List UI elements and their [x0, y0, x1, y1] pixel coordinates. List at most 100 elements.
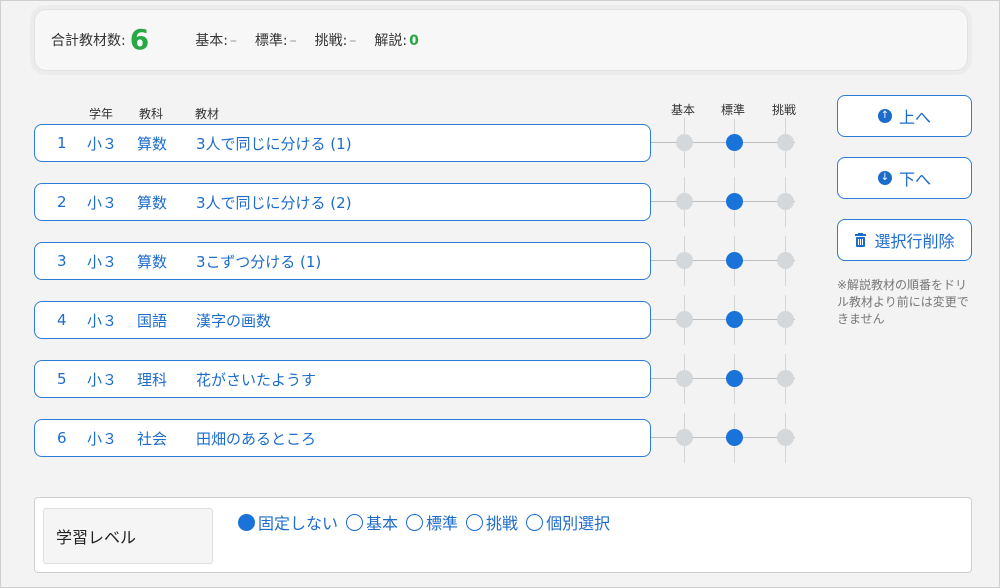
level-track-line — [651, 319, 795, 320]
level-dot-challenge[interactable] — [777, 193, 794, 210]
material-row[interactable]: 3 小３ 算数 3こずつ分ける (1) — [34, 242, 651, 280]
level-header-basic: 基本 — [671, 103, 696, 117]
row-grade: 小３ — [87, 193, 118, 212]
stat-basic: 基本: – — [195, 33, 237, 49]
level-selector — [651, 413, 801, 463]
material-row[interactable]: 4 小３ 国語 漢字の画数 — [34, 301, 651, 339]
level-dot-standard[interactable] — [726, 193, 743, 210]
material-row[interactable]: 2 小３ 算数 3人で同じに分ける (2) — [34, 183, 651, 221]
order-note: ※解説教材の順番をドリル教材より前には変更できません — [837, 278, 969, 326]
trash-icon — [855, 233, 867, 247]
arrow-up-icon: ↑ — [877, 109, 892, 123]
learning-level-panel: 学習レベル 固定しない 基本 標準 挑戦 個別選択 — [34, 497, 972, 573]
material-row[interactable]: 5 小３ 理科 花がさいたようす — [34, 360, 651, 398]
row-number: 5 — [57, 370, 67, 388]
row-grade: 小３ — [87, 370, 118, 389]
row-subject: 社会 — [137, 429, 168, 448]
summary-bar: 合計教材数: 6 基本: – 標準: – 挑戦: – 解説: 0 — [34, 9, 968, 71]
level-track-line — [651, 201, 795, 202]
row-material: 田畑のあるところ — [196, 429, 317, 448]
column-header-grade: 学年 — [89, 107, 114, 121]
level-dot-standard[interactable] — [726, 311, 743, 328]
level-dot-challenge[interactable] — [777, 370, 794, 387]
level-dot-basic[interactable] — [676, 311, 693, 328]
row-grade: 小３ — [87, 252, 118, 271]
row-grade: 小３ — [87, 429, 118, 448]
radio-button[interactable] — [466, 513, 484, 531]
level-selector — [651, 118, 801, 168]
row-subject: 算数 — [137, 252, 168, 271]
level-dot-basic[interactable] — [676, 252, 693, 269]
level-dot-standard[interactable] — [726, 134, 743, 151]
level-dot-challenge[interactable] — [777, 429, 794, 446]
move-up-label: 上へ — [898, 108, 931, 127]
level-option-label: 個別選択 — [546, 514, 611, 533]
radio-button[interactable] — [526, 513, 544, 531]
row-grade: 小３ — [87, 134, 118, 153]
stat-challenge: 挑戦: – — [314, 33, 357, 49]
row-number: 1 — [57, 134, 67, 152]
stat-standard: 標準: – — [254, 33, 297, 49]
row-material: 漢字の画数 — [196, 311, 272, 330]
level-track-line — [651, 260, 795, 261]
row-grade: 小３ — [87, 311, 118, 330]
level-dot-basic[interactable] — [676, 134, 693, 151]
level-selector — [651, 354, 801, 404]
row-material: 3人で同じに分ける (2) — [196, 193, 352, 212]
level-selector — [651, 236, 801, 286]
level-dot-standard[interactable] — [726, 429, 743, 446]
row-material: 3こずつ分ける (1) — [196, 252, 322, 271]
material-row[interactable]: 6 小３ 社会 田畑のあるところ — [34, 419, 651, 457]
level-dot-challenge[interactable] — [777, 134, 794, 151]
column-header-material: 教材 — [195, 107, 220, 121]
row-number: 4 — [57, 311, 67, 329]
row-subject: 算数 — [137, 134, 168, 153]
level-dot-challenge[interactable] — [777, 311, 794, 328]
radio-button[interactable] — [406, 513, 424, 531]
level-header-standard: 標準 — [721, 103, 746, 117]
row-number: 2 — [57, 193, 67, 211]
level-option[interactable]: 標準 — [406, 510, 458, 534]
level-dot-standard[interactable] — [726, 252, 743, 269]
level-option[interactable]: 固定しない — [238, 510, 338, 534]
row-material: 花がさいたようす — [196, 370, 317, 389]
delete-selected-button[interactable]: 選択行削除 — [837, 219, 972, 261]
level-option-label: 基本 — [366, 514, 399, 533]
column-header-subject: 教科 — [139, 107, 164, 121]
stat-explanation: 解説: 0 — [374, 33, 419, 49]
level-track-line — [651, 437, 795, 438]
move-down-button[interactable]: ↓ 下へ — [837, 157, 972, 199]
level-dot-basic[interactable] — [676, 429, 693, 446]
total-count: 6 — [129, 23, 150, 56]
level-option-label: 標準 — [426, 514, 459, 533]
learning-level-label: 学習レベル — [43, 508, 213, 564]
level-selector — [651, 177, 801, 227]
level-option[interactable]: 個別選択 — [526, 510, 610, 534]
row-number: 3 — [57, 252, 67, 270]
level-dot-challenge[interactable] — [777, 252, 794, 269]
move-up-button[interactable]: ↑ 上へ — [837, 95, 972, 137]
level-track-line — [651, 142, 795, 143]
row-subject: 国語 — [137, 311, 168, 330]
level-option[interactable]: 挑戦 — [466, 510, 518, 534]
row-subject: 算数 — [137, 193, 168, 212]
level-option-label: 固定しない — [258, 514, 339, 533]
level-dot-basic[interactable] — [676, 370, 693, 387]
level-dot-basic[interactable] — [676, 193, 693, 210]
level-option[interactable]: 基本 — [346, 510, 398, 534]
row-material: 3人で同じに分ける (1) — [196, 134, 352, 153]
row-subject: 理科 — [137, 370, 168, 389]
arrow-down-icon: ↓ — [877, 171, 892, 185]
delete-selected-label: 選択行削除 — [874, 232, 955, 251]
material-row[interactable]: 1 小３ 算数 3人で同じに分ける (1) — [34, 124, 651, 162]
level-dot-standard[interactable] — [726, 370, 743, 387]
learning-level-options: 固定しない 基本 標準 挑戦 個別選択 — [238, 510, 618, 534]
radio-button[interactable] — [238, 513, 255, 531]
level-header-challenge: 挑戦 — [772, 103, 797, 117]
level-track-line — [651, 378, 795, 379]
radio-button[interactable] — [346, 513, 364, 531]
level-option-label: 挑戦 — [486, 514, 519, 533]
level-selector — [651, 295, 801, 345]
total-label: 合計教材数: — [51, 33, 126, 49]
move-down-label: 下へ — [898, 170, 931, 189]
